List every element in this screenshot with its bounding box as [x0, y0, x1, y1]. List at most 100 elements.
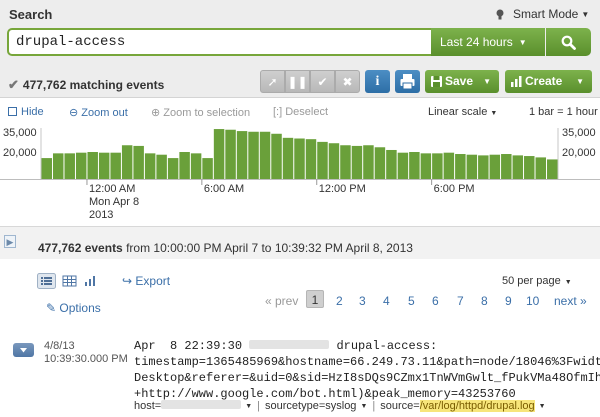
per-page-label: 50 per page [502, 275, 561, 287]
chart-bar [340, 145, 351, 179]
list-view-icon[interactable] [37, 273, 56, 289]
event-line2: timestamp=1365485969&hostname=66.249.73.… [134, 355, 600, 369]
source-field[interactable]: source=/var/log/httpd/drupal.log ▼ [380, 400, 546, 412]
export-label: Export [135, 274, 171, 288]
y-tick-label-left: 20,000 [3, 147, 37, 159]
chevron-down-icon: ▼ [360, 403, 368, 410]
deselect-icon: [:] [273, 106, 286, 118]
export-icon: ↪ [122, 274, 136, 288]
hide-label: Hide [21, 106, 44, 118]
chart-bar [547, 159, 558, 179]
chart-bar [363, 145, 374, 179]
collapse-box-icon [8, 107, 17, 116]
timeline-chart[interactable]: 35,000 35,000 20,000 20,000 12:00 AMMon Apr … [0, 125, 600, 225]
finalize-button[interactable]: ✔ [310, 70, 335, 93]
chart-bar [432, 153, 443, 179]
send-to-background-button[interactable]: ➚ [260, 70, 285, 93]
event-line3: Desktop&referer=&uid=0&sid=HzI8sDQs9CZmx… [134, 371, 600, 385]
chart-bar [317, 141, 328, 180]
save-icon [431, 76, 442, 87]
events-count: 477,762 events [38, 241, 123, 255]
cancel-button[interactable]: ✖ [335, 70, 360, 93]
x-tick-label: 6:00 AM [204, 183, 244, 195]
chart-bar [75, 152, 87, 179]
chart-bar [489, 154, 501, 179]
y-tick-label-right: 20,000 [562, 147, 596, 159]
chart-bar [271, 133, 282, 179]
bar-unit-label: 1 bar = 1 hour [529, 106, 598, 118]
page-7[interactable]: 7 [457, 294, 464, 308]
checkmark-icon: ✔ [317, 75, 328, 89]
save-button[interactable]: Save ▼ [425, 70, 499, 93]
matching-events-count: 477,762 matching events [22, 78, 165, 92]
save-label: Save [445, 74, 474, 88]
event-line1-start: Apr 8 22:39:30 [134, 339, 243, 353]
y-tick-label-left: 35,000 [3, 127, 37, 139]
field-separator: | [257, 400, 261, 412]
field-separator: | [372, 400, 376, 412]
chart-bar [156, 154, 167, 179]
options-button[interactable]: ✎ Options [46, 301, 101, 315]
page-9[interactable]: 9 [505, 294, 512, 308]
job-inspector-button[interactable]: i [365, 70, 390, 93]
redacted-host [249, 340, 330, 349]
zoom-out-button[interactable]: ⊖ Zoom out [69, 106, 128, 119]
x-tick-label: 12:00 PM [319, 183, 366, 195]
page-2[interactable]: 2 [336, 294, 343, 308]
redacted-host [161, 400, 242, 409]
page-10[interactable]: 10 [526, 294, 539, 308]
chart-bar [351, 145, 363, 179]
fields-sidebar-toggle[interactable]: ▶ [4, 235, 16, 248]
print-button[interactable] [395, 70, 420, 93]
chart-bar [455, 154, 466, 179]
deselect-button[interactable]: [:] Deselect [273, 106, 328, 118]
zoom-selection-label: Zoom to selection [163, 107, 251, 119]
event-timestamp: 4/8/13 10:39:30.000 PM [44, 340, 128, 366]
page-4[interactable]: 4 [383, 294, 390, 308]
chevron-down-icon: ▼ [483, 77, 491, 86]
page-3[interactable]: 3 [359, 294, 366, 308]
smart-mode-menu[interactable]: Smart Mode ▼ [496, 7, 589, 21]
per-page-select[interactable]: 50 per page ▼ [502, 275, 572, 287]
chevron-down-icon: ▼ [518, 38, 527, 47]
create-button[interactable]: Create ▼ [505, 70, 592, 93]
chart-bar [190, 153, 202, 179]
page-5[interactable]: 5 [408, 294, 415, 308]
create-label: Create [525, 74, 563, 88]
page-1[interactable]: 1 [306, 290, 324, 308]
pause-button[interactable]: ❚❚ [285, 70, 310, 93]
chart-bar [41, 158, 52, 179]
events-range: from 10:00:00 PM April 7 to 10:39:32 PM … [126, 241, 413, 255]
sourcetype-field[interactable]: sourcetype=syslog ▼ [265, 400, 367, 412]
chart-icon [511, 76, 522, 87]
next-page-link[interactable]: next » [554, 294, 587, 308]
host-field[interactable]: host= ▼ [134, 400, 252, 412]
chart-view-icon[interactable] [81, 273, 100, 289]
chart-bar [478, 155, 489, 180]
event-date: 4/8/13 [44, 340, 75, 352]
chart-bar [225, 129, 236, 179]
page-8[interactable]: 8 [481, 294, 488, 308]
export-button[interactable]: ↪ Export [122, 274, 170, 288]
prev-page-link[interactable]: « prev [265, 294, 298, 308]
zoom-out-icon: ⊖ [69, 107, 82, 119]
printer-icon [400, 74, 415, 90]
table-view-icon[interactable] [60, 273, 79, 289]
scale-menu[interactable]: Linear scale ▼ [428, 106, 497, 118]
chart-bar [397, 152, 409, 179]
event-actions-button[interactable] [13, 343, 34, 357]
source-label: source= [380, 400, 420, 412]
zoom-to-selection-button[interactable]: ⊕ Zoom to selection [151, 106, 250, 119]
chart-bar [98, 152, 110, 179]
chevron-down-icon: ▼ [581, 10, 590, 19]
source-value: /var/log/httpd/drupal.log [419, 400, 535, 412]
search-input[interactable]: drupal-access [7, 28, 440, 56]
time-range-picker[interactable]: Last 24 hours ▼ [431, 28, 545, 56]
chevron-down-icon: ▼ [564, 279, 572, 286]
search-icon [561, 35, 576, 50]
hide-timeline-button[interactable]: Hide [8, 106, 44, 118]
timeline-toolbar: Hide ⊖ Zoom out ⊕ Zoom to selection [:] … [0, 103, 600, 123]
search-button[interactable] [546, 28, 591, 56]
page-6[interactable]: 6 [432, 294, 439, 308]
chart-bar [213, 129, 225, 179]
